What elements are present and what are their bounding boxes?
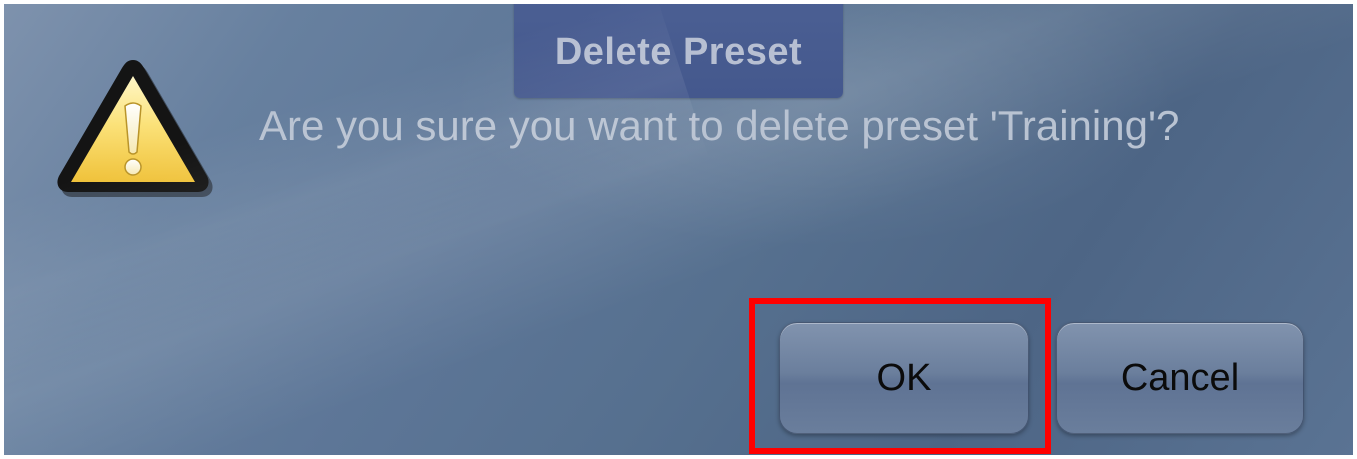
cancel-button-label: Cancel (1120, 356, 1240, 399)
dialog-message: Are you sure you want to delete preset '… (259, 102, 1180, 149)
warning-icon (57, 60, 213, 197)
cancel-button[interactable]: Cancel (1056, 322, 1304, 434)
dialog-title-bar: Delete Preset (514, 4, 843, 98)
dialog-title: Delete Preset (554, 30, 803, 73)
delete-preset-dialog: Delete Preset Are you sure you want to d… (4, 4, 1353, 455)
ok-button-label: OK (876, 356, 932, 399)
ok-button[interactable]: OK (779, 322, 1029, 434)
